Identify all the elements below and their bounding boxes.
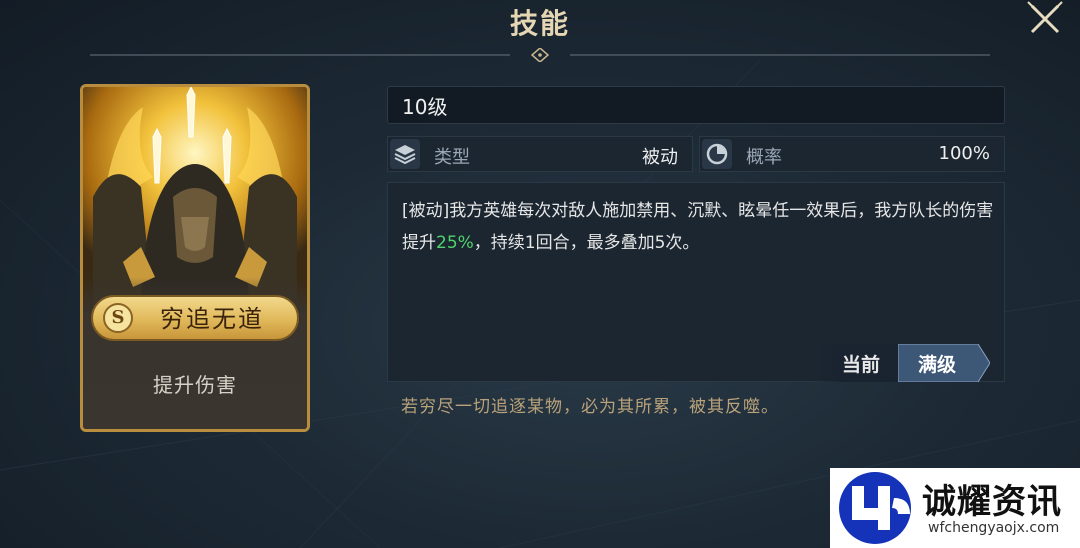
watermark: 诚耀资讯 wfchengyaojx.com: [830, 468, 1080, 548]
skill-description: [被动]我方英雄每次对敌人施加禁用、沉默、眩晕任一效果后，我方队长的伤害提升25…: [402, 195, 996, 259]
skill-name-plate: S 穷追无道: [91, 295, 299, 341]
toggle-max-level-button[interactable]: 满级: [898, 344, 990, 382]
skill-card: S 穷追无道 提升伤害: [80, 84, 310, 432]
type-cell: 类型 被动: [387, 136, 693, 172]
type-label: 类型: [434, 147, 470, 168]
close-button[interactable]: [1022, 0, 1068, 40]
toggle-current-button[interactable]: 当前: [808, 344, 900, 382]
damage-bonus-value: 25%: [436, 233, 474, 253]
header-divider: [90, 48, 990, 62]
page-title: 技能: [509, 7, 570, 40]
close-icon: [1027, 1, 1063, 34]
layers-icon: [390, 139, 420, 169]
rate-cell: 概率 100%: [699, 136, 1005, 172]
type-value: 被动: [642, 147, 678, 168]
flavor-text: 若穷尽一切追逐某物，必为其所累，被其反噬。: [401, 397, 779, 417]
skill-level: 10级: [402, 95, 448, 119]
toggle-max-label: 满级: [918, 354, 957, 376]
skill-grade-badge: S: [103, 303, 133, 333]
watermark-name: 诚耀资讯: [922, 482, 1062, 522]
watermark-url: wfchengyaojx.com: [928, 520, 1060, 536]
toggle-current-label: 当前: [841, 354, 880, 376]
rate-label: 概率: [746, 147, 782, 168]
skill-name: 穷追无道: [160, 305, 264, 333]
rate-value: 100%: [938, 143, 990, 164]
pie-chart-icon: [702, 139, 732, 169]
skill-art-hooded-figures: [83, 87, 307, 307]
level-bar: 10级: [387, 86, 1005, 124]
watermark-logo: [839, 472, 911, 544]
skill-short-desc: 提升伤害: [153, 373, 237, 397]
description-text-end: ，持续1回合，最多叠加5次。: [473, 233, 700, 253]
